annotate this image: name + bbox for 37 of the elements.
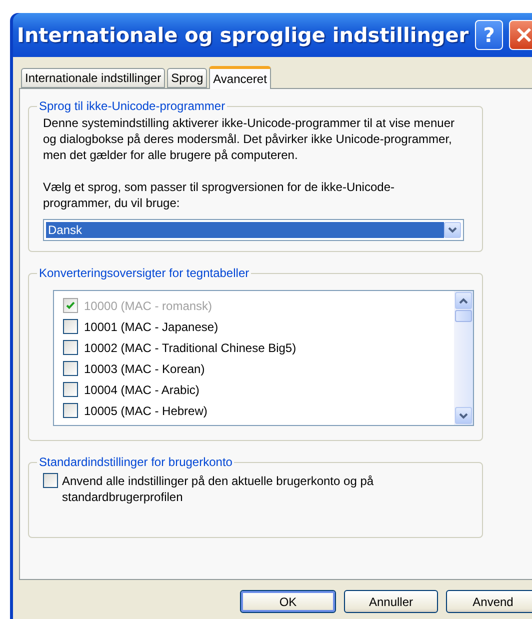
chevron-down-icon (448, 227, 457, 233)
tab[interactable]: Internationale indstillinger (21, 68, 166, 88)
dialog-button[interactable]: Annuller (344, 590, 438, 613)
tab[interactable]: Avanceret (209, 66, 271, 89)
tab[interactable]: Sprog (167, 68, 208, 88)
scroll-thumb[interactable] (455, 310, 472, 322)
checkbox-label: Anvend alle indstillinger på den aktuelle brugerkonto og på standardbrugerprofilen (62, 473, 375, 505)
dialog-button[interactable]: Anvend (446, 590, 532, 613)
prompt-text: Vælg et sprog, som passer til sprogversionen for de ikke-Unicode-programmer, du vil bruge: (43, 179, 396, 211)
group-title: Konverteringsoversigter for tegntabeller (38, 266, 250, 280)
group-title: Sprog til ikke-Unicode-programmer (38, 99, 226, 113)
dropdown-button[interactable] (444, 222, 461, 238)
scrollbar[interactable] (454, 291, 473, 425)
group-title: Standardindstillinger for brugerkonto (38, 455, 234, 469)
chevron-down-icon (459, 412, 468, 418)
chevron-up-icon (459, 298, 468, 304)
list-item[interactable]: 10004 (MAC - Arabic) (84, 382, 200, 396)
checkbox[interactable] (63, 361, 78, 376)
checkbox[interactable] (63, 382, 78, 397)
help-button[interactable]: ? (474, 20, 504, 50)
language-dropdown[interactable]: Dansk (43, 219, 464, 241)
window-title: Internationale og sproglige indstillinger (17, 23, 469, 47)
close-button[interactable] (509, 20, 532, 50)
list-item[interactable]: 10002 (MAC - Traditional Chinese Big5) (84, 340, 296, 354)
description-text: Denne systemindstilling aktiverer ikke-Unicode-programmer til at vise menuer og dialogbokse på deres modersmål. Det påvirker ikke Unicode-programmer, men det gælder for alle brugere på computeren. (43, 115, 456, 163)
dialog-button[interactable]: OK (240, 590, 336, 613)
checkbox[interactable] (43, 473, 58, 488)
list-item[interactable]: 10003 (MAC - Korean) (84, 362, 205, 376)
scroll-up-button[interactable] (455, 292, 472, 309)
list-item[interactable]: 10001 (MAC - Japanese) (84, 320, 218, 334)
checkmark-icon (66, 301, 75, 310)
checkbox[interactable] (63, 403, 78, 418)
checkbox[interactable] (63, 340, 78, 355)
checkbox[interactable] (63, 319, 78, 334)
scroll-down-button[interactable] (455, 407, 472, 424)
list-item[interactable]: 10005 (MAC - Hebrew) (84, 404, 208, 418)
close-icon (514, 26, 532, 44)
